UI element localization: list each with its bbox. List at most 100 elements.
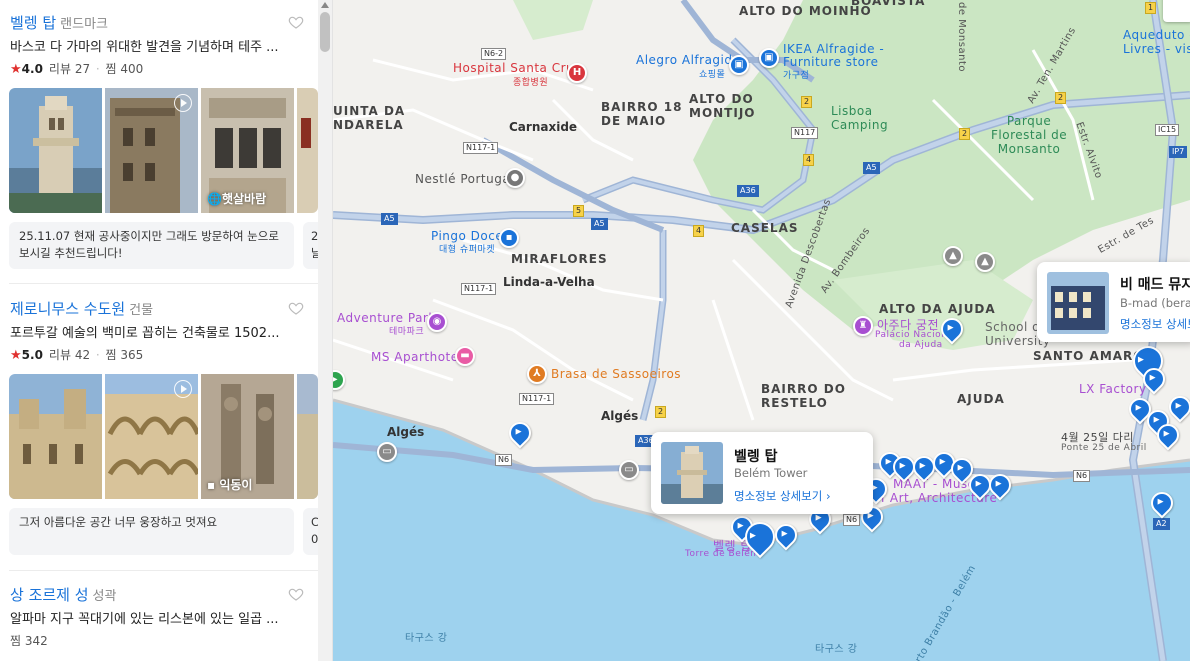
popup-thumbnail[interactable] — [661, 442, 723, 504]
scroll-thumb[interactable] — [320, 12, 330, 52]
place-photo[interactable] — [9, 88, 102, 213]
park-label[interactable]: Parque Florestal de Monsanto — [991, 114, 1067, 156]
save-count: 찜 342 — [10, 634, 48, 648]
divider — [9, 283, 319, 284]
place-photo[interactable] — [9, 374, 102, 499]
heart-icon[interactable] — [288, 14, 304, 30]
popup-title[interactable]: 비 매드 뮤지엄 — [1120, 274, 1190, 294]
lx-factory-label[interactable]: LX Factory — [1079, 382, 1147, 396]
save-count: 찜 365 — [105, 348, 144, 362]
town-label: Algés — [601, 409, 639, 423]
place-name[interactable]: 상 조르제 성 — [10, 586, 89, 604]
place-photo[interactable] — [105, 374, 198, 499]
map-view[interactable]: ALTO DO MOINHO BAIRRO 18 DE MAIO ALTO DO M… — [333, 0, 1190, 661]
popup-detail-link[interactable]: 명소정보 상세보기 › — [734, 488, 831, 504]
supermarket-label[interactable]: Pingo Doce — [431, 229, 503, 243]
place-meta: 찜 342 — [10, 632, 48, 649]
list-scrollbar[interactable] — [318, 0, 332, 661]
play-video-icon[interactable] — [174, 94, 192, 112]
review-count[interactable]: 리뷰 42 — [49, 348, 90, 362]
restaurant-fork-icon[interactable]: ⅄ — [527, 364, 547, 384]
place-photo[interactable] — [105, 88, 198, 213]
popup-subtitle: B-mad (berardo — [1120, 296, 1190, 310]
school-icon[interactable]: ▲ — [975, 252, 995, 272]
play-video-icon[interactable] — [174, 380, 192, 398]
store-icon[interactable]: ▣ — [759, 48, 779, 68]
district-label: BOAVISTA — [851, 0, 926, 8]
photo-strip[interactable]: ▪ 익동이 — [9, 374, 318, 499]
ikea-label[interactable]: IKEA Alfragide - — [783, 42, 884, 56]
river-label: 타구스 강 — [405, 633, 448, 644]
popup-title[interactable]: 벨렝 탑 — [734, 446, 778, 466]
heart-icon[interactable] — [288, 300, 304, 316]
district-label: UINTA DA NDARELA — [333, 104, 406, 132]
partial-photo-image — [297, 374, 318, 499]
train-station-icon[interactable]: ▭ — [619, 460, 639, 480]
partial-photo-image — [297, 88, 318, 213]
hospital-icon[interactable]: H — [567, 63, 587, 83]
shopping-bag-icon[interactable]: ▣ — [729, 55, 749, 75]
review-snippet[interactable]: 25.11.07 현재 공사중이지만 그래도 방문하여 눈으로 보시길 추천드립… — [9, 222, 294, 269]
save-count: 찜 400 — [105, 62, 144, 76]
river-label: 타구스 강 — [815, 644, 858, 655]
place-name[interactable]: 벨렝 탑 — [10, 14, 56, 32]
review-snippet[interactable]: 그저 아름다운 공간 너무 웅장하고 멋져요 — [9, 508, 294, 555]
photo-author-tag: ▪ 익동이 — [207, 478, 253, 492]
road-shield: A36 — [737, 185, 759, 197]
theme-park-icon[interactable]: ◉ — [427, 312, 447, 332]
town-label: Carnaxide — [509, 120, 578, 134]
rating-value: 4.0 — [21, 62, 43, 76]
road-shield: 2 — [959, 128, 971, 140]
review-count[interactable]: 리뷰 27 — [49, 62, 90, 76]
place-photo[interactable] — [297, 88, 318, 213]
place-photo[interactable]: 🌐햇살바람 — [201, 88, 294, 213]
camping-label[interactable]: Lisboa Camping — [831, 104, 888, 132]
road-shield: N6 — [495, 454, 513, 466]
nestle-label[interactable]: Nestlé Portugal — [415, 172, 514, 186]
office-icon[interactable]: ● — [505, 168, 525, 188]
scroll-up-arrow-icon[interactable] — [321, 2, 329, 8]
hospital-label[interactable]: Hospital Santa Cruz — [453, 61, 581, 75]
adventure-park-label[interactable]: Adventure Park — [337, 311, 436, 325]
place-photo[interactable] — [297, 374, 318, 499]
school-icon[interactable]: ▲ — [943, 246, 963, 266]
palace-icon[interactable]: ♜ — [853, 316, 873, 336]
app-root: 벨렝 탑 랜드마크 바스코 다 가마의 위대한 발견을 기념하며 테주 ... ★… — [0, 0, 1190, 661]
monastery-photo-image — [9, 374, 102, 499]
place-popup-bmad[interactable]: 비 매드 뮤지엄 B-mad (berardo 명소정보 상세보기 — [1037, 262, 1190, 342]
popup-detail-link[interactable]: 명소정보 상세보기 — [1120, 316, 1190, 332]
road-shield: IC15 — [1155, 124, 1180, 136]
road-shield: N117-1 — [463, 142, 499, 154]
map-control-button[interactable] — [1163, 0, 1190, 22]
place-name[interactable]: 제로니무스 수도원 — [10, 300, 125, 318]
popup-subtitle: Belém Tower — [734, 466, 808, 480]
road-shield: A2 — [1153, 518, 1170, 530]
district-label: CASELAS — [731, 221, 799, 235]
aparthotel-label[interactable]: MS Aparthotel — [371, 350, 462, 364]
mall-label[interactable]: Alegro Alfragide — [636, 53, 740, 67]
place-meta: ★5.0 리뷰 42 · 찜 365 — [10, 346, 143, 363]
museum-thumbnail-image — [1047, 272, 1109, 334]
popup-thumbnail[interactable] — [1047, 272, 1109, 334]
road-shield: IP7 — [1169, 146, 1188, 158]
place-list-panel: 벨렝 탑 랜드마크 바스코 다 가마의 위대한 발견을 기념하며 테주 ... ★… — [0, 0, 333, 661]
road-shield: N6-2 — [481, 48, 507, 60]
road-shield: 2 — [655, 406, 667, 418]
road-shield: N6 — [1073, 470, 1091, 482]
heart-icon[interactable] — [288, 586, 304, 602]
place-category: 성곽 — [92, 589, 117, 604]
road-shield: 4 — [803, 154, 815, 166]
tower-photo-image — [9, 88, 102, 213]
place-photo[interactable]: ▪ 익동이 — [201, 374, 294, 499]
road-shield: 2 — [801, 96, 813, 108]
train-station-icon[interactable]: ▭ — [377, 442, 397, 462]
hotel-bed-icon[interactable]: ▬ — [455, 346, 475, 366]
photo-strip[interactable]: 🌐햇살바람 — [9, 88, 318, 213]
district-label: BAIRRO DO RESTELO — [761, 382, 846, 410]
road-shield: N117-1 — [461, 283, 497, 295]
adventure-park-type-label: 테마파크 — [389, 327, 425, 337]
restaurant-label[interactable]: Brasa de Sassoeiros — [551, 367, 681, 381]
place-popup-belem[interactable]: 벨렝 탑 Belém Tower 명소정보 상세보기 › — [651, 432, 873, 514]
cart-icon[interactable]: ▪ — [499, 228, 519, 248]
aqueduct-label[interactable]: Aqueduto daLivres - vis — [1123, 28, 1190, 56]
